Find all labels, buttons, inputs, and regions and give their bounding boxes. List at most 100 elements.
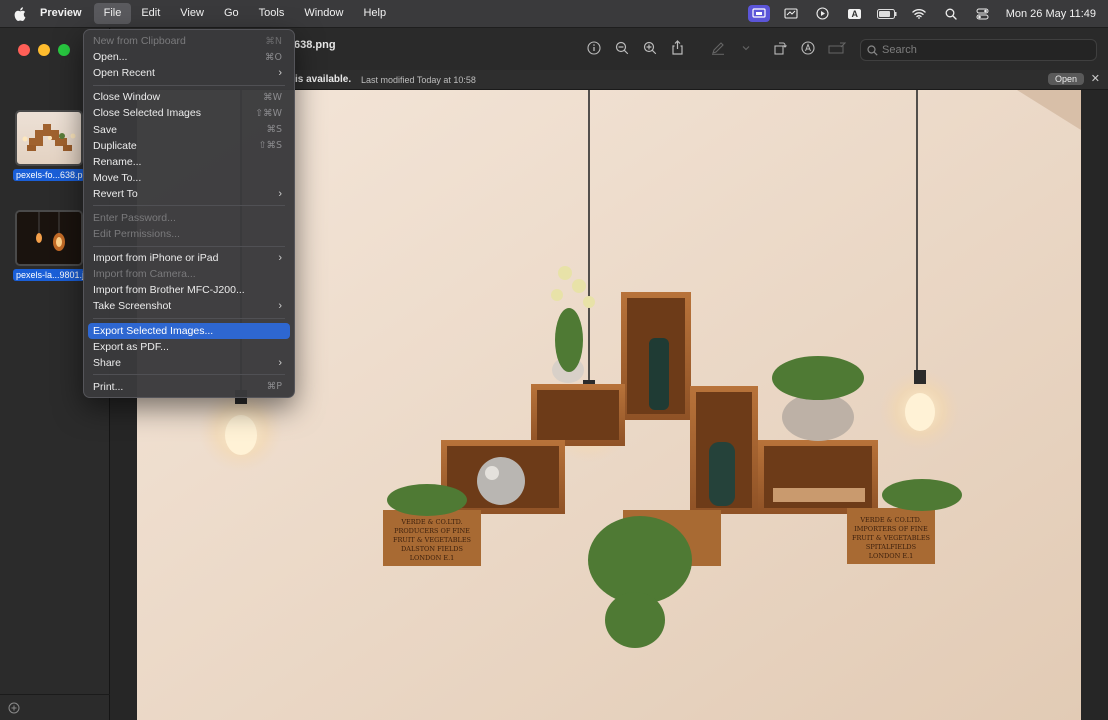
menu-item-label: Close Window <box>93 91 161 104</box>
menu-item-export-selected-images[interactable]: Export Selected Images... <box>88 322 290 339</box>
menu-item-label: Export as PDF... <box>93 340 169 353</box>
menubar-view[interactable]: View <box>170 3 214 24</box>
zoom-window-button[interactable] <box>58 44 70 56</box>
menu-item-take-screenshot[interactable]: Take Screenshot › <box>88 298 290 314</box>
crate-label-left-line3: FRUIT & VEGETABLES <box>393 536 471 544</box>
menubar-clock[interactable]: Mon 26 May 11:49 <box>1006 8 1096 20</box>
share-icon[interactable] <box>670 40 685 55</box>
add-circle-icon[interactable] <box>8 702 20 714</box>
menu-item-close-window[interactable]: Close Window ⌘W <box>88 89 290 105</box>
menu-item-label: Move To... <box>93 171 142 184</box>
crate-label-right-line3: FRUIT & VEGETABLES <box>852 534 930 542</box>
sidebar-footer <box>0 694 110 720</box>
screen-mirroring-icon[interactable] <box>747 5 770 22</box>
chevron-right-icon: › <box>278 187 282 200</box>
crate-label-left-line2: PRODUCERS OF FINE <box>394 527 470 535</box>
menu-item-label: Rename... <box>93 155 142 168</box>
thumbnail-image-1[interactable] <box>15 110 83 166</box>
crate-label-right-line2: IMPORTERS OF FINE <box>854 525 928 533</box>
document-title[interactable]: 638.png <box>294 39 336 51</box>
menubar-go[interactable]: Go <box>214 3 249 24</box>
menu-item-new-from-clipboard: New from Clipboard ⌘N <box>88 33 290 49</box>
markup-pen-icon[interactable] <box>710 40 725 55</box>
battery-icon[interactable] <box>876 5 898 22</box>
menu-item-close-selected-images[interactable]: Close Selected Images ⇧⌘W <box>88 105 290 121</box>
menu-item-label: Open... <box>93 51 128 64</box>
menu-item-import-from-camera: Import from Camera... <box>88 266 290 282</box>
menubar-file[interactable]: File <box>93 3 132 24</box>
menu-item-open[interactable]: Open... ⌘O <box>88 49 290 65</box>
menubar-app-name[interactable]: Preview <box>40 3 94 24</box>
menu-item-label: Take Screenshot <box>93 300 172 313</box>
search-field[interactable] <box>860 39 1097 61</box>
menu-item-share[interactable]: Share › <box>88 355 290 371</box>
markup-icon[interactable] <box>800 40 815 55</box>
window-controls <box>18 44 70 56</box>
menu-item-label: Open Recent <box>93 67 155 80</box>
zoom-in-icon[interactable] <box>642 40 657 55</box>
wifi-icon[interactable] <box>908 5 930 22</box>
menubar-window[interactable]: Window <box>294 3 353 24</box>
crate-label-left-line5: LONDON E.1 <box>410 554 455 562</box>
apple-menu-icon[interactable] <box>0 6 40 21</box>
chevron-down-icon[interactable] <box>738 40 753 55</box>
input-source-icon[interactable]: A <box>844 5 866 22</box>
menu-item-label: Enter Password... <box>93 211 176 224</box>
menu-separator <box>88 81 290 89</box>
menu-separator <box>88 242 290 250</box>
info-message: is available. <box>295 74 352 85</box>
menu-item-duplicate[interactable]: Duplicate ⇧⌘S <box>88 138 290 154</box>
chevron-right-icon: › <box>278 67 282 80</box>
display-icon[interactable] <box>780 5 802 22</box>
menu-item-enter-password: Enter Password... <box>88 210 290 226</box>
menu-item-rename[interactable]: Rename... <box>88 154 290 170</box>
close-icon[interactable]: ✕ <box>1091 72 1100 85</box>
menubar-help[interactable]: Help <box>353 3 396 24</box>
chevron-right-icon: › <box>278 300 282 313</box>
menu-item-print[interactable]: Print... ⌘P <box>88 379 290 395</box>
menu-item-import-from-iphone-or-ipad[interactable]: Import from iPhone or iPad › <box>88 250 290 266</box>
menu-item-move-to[interactable]: Move To... <box>88 170 290 186</box>
menu-bar: Preview File Edit View Go Tools Window H… <box>0 0 1108 27</box>
play-circle-icon[interactable] <box>812 5 834 22</box>
menu-item-shortcut: ⌘S <box>266 124 282 136</box>
menu-item-open-recent[interactable]: Open Recent › <box>88 65 290 81</box>
crate-label-left-line1: VERDE & CO.LTD. <box>400 518 462 526</box>
menu-item-shortcut: ⌘O <box>265 51 282 63</box>
menu-item-label: Share <box>93 356 122 369</box>
chevron-right-icon: › <box>278 356 282 369</box>
menubar-edit[interactable]: Edit <box>131 3 170 24</box>
open-button[interactable]: Open <box>1047 73 1084 85</box>
menu-item-label: New from Clipboard <box>93 35 186 48</box>
menu-item-revert-to[interactable]: Revert To › <box>88 186 290 202</box>
thumbnail-label-2[interactable]: pexels-la...9801.jpg <box>13 269 85 281</box>
menu-item-shortcut: ⇧⌘W <box>255 107 282 119</box>
menu-item-import-from-brother-mfc-j200[interactable]: Import from Brother MFC-J200... <box>88 282 290 298</box>
menu-separator <box>88 315 290 323</box>
zoom-out-icon[interactable] <box>614 40 629 55</box>
spotlight-search-icon[interactable] <box>940 5 962 22</box>
menubar-tools[interactable]: Tools <box>249 3 295 24</box>
menu-item-shortcut: ⌘P <box>266 381 282 393</box>
minimize-window-button[interactable] <box>38 44 50 56</box>
menu-item-label: Import from iPhone or iPad <box>93 252 219 265</box>
menu-item-save[interactable]: Save ⌘S <box>88 121 290 137</box>
search-input[interactable] <box>882 44 1082 56</box>
crate-label-right-line5: LONDON E.1 <box>869 552 914 560</box>
menu-item-label: Close Selected Images <box>93 107 201 120</box>
thumbnail-label-1[interactable]: pexels-fo...638.png <box>13 169 85 181</box>
menu-item-label: Save <box>93 123 117 136</box>
close-window-button[interactable] <box>18 44 30 56</box>
crate-label-left-line4: DALSTON FIELDS <box>401 545 463 553</box>
search-icon <box>867 44 878 56</box>
menu-separator <box>88 371 290 379</box>
menu-item-shortcut: ⌘N <box>265 35 282 47</box>
thumbnail-image-2[interactable] <box>15 210 83 266</box>
info-icon[interactable] <box>586 40 601 55</box>
form-fill-icon[interactable] <box>828 40 846 55</box>
menu-item-label: Revert To <box>93 187 138 200</box>
rotate-icon[interactable] <box>772 40 787 55</box>
menu-item-export-as-pdf[interactable]: Export as PDF... <box>88 339 290 355</box>
control-center-icon[interactable] <box>972 5 994 22</box>
menu-separator <box>88 202 290 210</box>
